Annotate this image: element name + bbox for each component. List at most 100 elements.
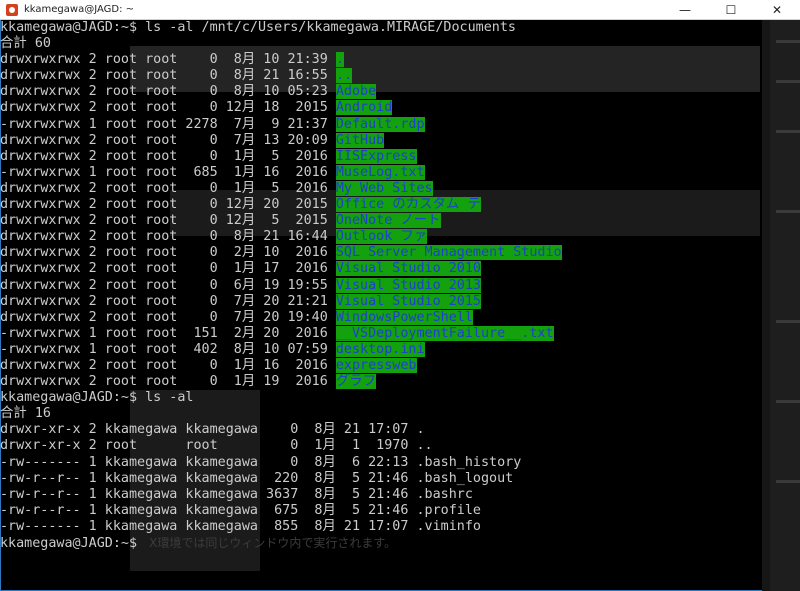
terminal-window: kkamegawa@JAGD: ~ — ☐ ✕ kkamegawa@JAGD:~…	[0, 0, 800, 591]
maximize-button[interactable]: ☐	[708, 0, 754, 19]
terminal-line: drwxrwxrwx 2 root root 0 12月 20 2015 Off…	[0, 197, 762, 213]
terminal-line: drwxrwxrwx 2 root root 0 8月 10 21:39 .	[0, 52, 762, 68]
background-strip	[776, 480, 800, 483]
terminal-line: drwxrwxrwx 2 root root 0 7月 20 21:21 Vis…	[0, 293, 762, 310]
line-text: kkamegawa@JAGD:~$ ls -al	[0, 390, 194, 406]
directory-entry-name: ..	[335, 68, 352, 84]
background-strip	[776, 80, 800, 83]
directory-entry-name: Android	[335, 100, 393, 116]
directory-entry-name: expressweb	[335, 357, 417, 373]
terminal-line: -rwxrwxrwx 1 root root 402 8月 10 07:59 d…	[0, 341, 762, 358]
directory-entry-name: MuseLog.txt	[335, 164, 425, 180]
line-text: drwxrwxrwx 2 root root 0 2月 10 2016	[0, 245, 336, 261]
terminal-line: drwxrwxrwx 2 root root 0 8月 21 16:55 ..	[0, 68, 762, 84]
background-side-panel	[770, 20, 800, 591]
line-text: drwxrwxrwx 2 root root 0 12月 5 2015	[0, 213, 336, 229]
ubuntu-icon	[6, 3, 18, 16]
line-text: -rwxrwxrwx 1 root root 2278 7月 9 21:37	[0, 116, 336, 132]
line-text: drwxrwxrwx 2 root root 0 8月 21 16:44	[0, 229, 336, 245]
background-strip	[776, 320, 800, 323]
terminal-line: drwxrwxrwx 2 root root 0 8月 21 16:44 Out…	[0, 229, 762, 245]
terminal-line: drwxrwxrwx 2 root root 0 1月 16 2016 expr…	[0, 357, 762, 374]
line-text: drwxrwxrwx 2 root root 0 6月 19 19:55	[0, 277, 336, 293]
line-text: -rw-r--r-- 1 kkamegawa kkamegawa 220 8月 …	[0, 470, 514, 486]
line-text: drwxrwxrwx 2 root root 0 1月 5 2016	[0, 180, 336, 196]
line-text: kkamegawa@JAGD:~$	[0, 536, 146, 551]
terminal-line: -rw------- 1 kkamegawa kkamegawa 0 8月 6 …	[0, 455, 762, 471]
background-strip	[776, 400, 800, 403]
line-text: 合計 60	[0, 36, 51, 52]
window-controls: — ☐ ✕	[662, 0, 800, 19]
terminal-line: drwxrwxrwx 2 root root 0 8月 10 05:23 Ado…	[0, 84, 762, 100]
directory-entry-name: My Web Sites	[335, 180, 433, 196]
terminal-line: -rw------- 1 kkamegawa kkamegawa 855 8月 …	[0, 519, 762, 535]
directory-entry-name: Visual Studio 2013	[335, 277, 481, 293]
line-text: drwxrwxrwx 2 root root 0 8月 10 21:39	[0, 52, 336, 68]
line-text: drwxrwxrwx 2 root root 0 1月 17 2016	[0, 261, 336, 277]
line-text: drwxrwxrwx 2 root root 0 7月 20 21:21	[0, 293, 336, 309]
terminal-line: drwxr-xr-x 2 kkamegawa kkamegawa 0 8月 21…	[0, 422, 762, 438]
line-text: -rwxrwxrwx 1 root root 402 8月 10 07:59	[0, 341, 336, 357]
terminal-line: drwxrwxrwx 2 root root 0 12月 18 2015 And…	[0, 100, 762, 116]
terminal-line: drwxrwxrwx 2 root root 0 7月 20 19:40 Win…	[0, 309, 762, 326]
terminal-line: kkamegawa@JAGD:~$ X環境では同じウィンドウ内で実行されます。	[0, 535, 762, 551]
terminal-line: -rw-r--r-- 1 kkamegawa kkamegawa 3637 8月…	[0, 487, 762, 503]
directory-entry-name: IISExpress	[335, 148, 417, 164]
terminal-line: drwxrwxrwx 2 root root 0 12月 5 2015 OneN…	[0, 213, 762, 229]
terminal-line: 合計 16	[0, 406, 762, 422]
line-text: -rw-r--r-- 1 kkamegawa kkamegawa 675 8月 …	[0, 502, 481, 518]
directory-entry-name: WindowsPowerShell	[335, 309, 473, 325]
directory-entry-name: GitHub	[335, 132, 385, 148]
line-text: -rw-r--r-- 1 kkamegawa kkamegawa 3637 8月…	[0, 486, 473, 502]
directory-entry-name: グラフ	[335, 374, 377, 390]
line-text: kkamegawa@JAGD:~$ ls -al /mnt/c/Users/kk…	[0, 20, 516, 35]
directory-entry-name: Adobe	[335, 84, 377, 100]
terminal-line: drwxrwxrwx 2 root root 0 1月 17 2016 Visu…	[0, 261, 762, 277]
line-text: -rwxrwxrwx 1 root root 151 2月 20 2016	[0, 325, 336, 341]
line-text: -rw------- 1 kkamegawa kkamegawa 0 8月 6 …	[0, 454, 522, 470]
terminal-line: kkamegawa@JAGD:~$ ls -al /mnt/c/Users/kk…	[0, 20, 762, 36]
directory-entry-name: Visual Studio 2010	[335, 261, 481, 277]
terminal-line: drwxrwxrwx 2 root root 0 1月 19 2016 グラフ	[0, 374, 762, 390]
directory-entry-name: Default.rdp	[335, 116, 425, 132]
line-text: drwxrwxrwx 2 root root 0 1月 16 2016	[0, 357, 336, 373]
terminal-line: 合計 60	[0, 36, 762, 52]
line-text: drwxrwxrwx 2 root root 0 1月 5 2016	[0, 148, 336, 164]
terminal-line: drwxrwxrwx 2 root root 0 6月 19 19:55 Vis…	[0, 277, 762, 294]
minimize-button[interactable]: —	[662, 0, 708, 19]
terminal-line: drwxrwxrwx 2 root root 0 1月 5 2016 IISEx…	[0, 148, 762, 165]
title-bar[interactable]: kkamegawa@JAGD: ~ — ☐ ✕	[0, 0, 800, 20]
directory-entry-name: Office のカスタム テ	[335, 197, 481, 213]
terminal-line: -rw-r--r-- 1 kkamegawa kkamegawa 675 8月 …	[0, 503, 762, 519]
terminal-line: drwxr-xr-x 2 root root 0 1月 1 1970 ..	[0, 438, 762, 454]
line-text: drwxrwxrwx 2 root root 0 8月 10 05:23	[0, 84, 336, 100]
terminal-output[interactable]: kkamegawa@JAGD:~$ ls -al /mnt/c/Users/kk…	[0, 20, 762, 591]
line-text: drwxr-xr-x 2 root root 0 1月 1 1970 ..	[0, 438, 433, 454]
terminal-line: -rwxrwxrwx 1 root root 2278 7月 9 21:37 D…	[0, 116, 762, 133]
terminal-line: drwxrwxrwx 2 root root 0 1月 5 2016 My We…	[0, 180, 762, 197]
window-title: kkamegawa@JAGD: ~	[24, 4, 135, 15]
directory-entry-name: OneNote ノート	[335, 213, 441, 229]
line-text: drwxrwxrwx 2 root root 0 12月 18 2015	[0, 100, 336, 116]
terminal-line: -rwxrwxrwx 1 root root 685 1月 16 2016 Mu…	[0, 164, 762, 181]
background-strip	[776, 210, 800, 213]
terminal-line: -rwxrwxrwx 1 root root 151 2月 20 2016 __…	[0, 325, 762, 342]
background-strip	[776, 40, 800, 43]
directory-entry-name: SQL Server Management Studio	[335, 245, 562, 261]
background-strip	[776, 130, 800, 133]
line-text: drwxrwxrwx 2 root root 0 1月 19 2016	[0, 374, 336, 390]
line-text: 合計 16	[0, 406, 51, 422]
background-ghost-text: X環境では同じウィンドウ内で実行されます。	[149, 536, 397, 550]
line-text: drwxr-xr-x 2 kkamegawa kkamegawa 0 8月 21…	[0, 422, 425, 438]
line-text: drwxrwxrwx 2 root root 0 7月 13 20:09	[0, 132, 336, 148]
terminal-line: kkamegawa@JAGD:~$ ls -al	[0, 390, 762, 406]
line-text: -rw------- 1 kkamegawa kkamegawa 855 8月 …	[0, 518, 481, 534]
close-button[interactable]: ✕	[754, 0, 800, 19]
line-text: drwxrwxrwx 2 root root 0 12月 20 2015	[0, 197, 336, 213]
scrollbar[interactable]	[762, 20, 770, 591]
directory-entry-name: Visual Studio 2015	[335, 293, 481, 309]
terminal-line: drwxrwxrwx 2 root root 0 2月 10 2016 SQL …	[0, 245, 762, 261]
directory-entry-name: Outlook ファ	[335, 229, 428, 245]
terminal-line: -rw-r--r-- 1 kkamegawa kkamegawa 220 8月 …	[0, 471, 762, 487]
line-text: drwxrwxrwx 2 root root 0 7月 20 19:40	[0, 309, 336, 325]
